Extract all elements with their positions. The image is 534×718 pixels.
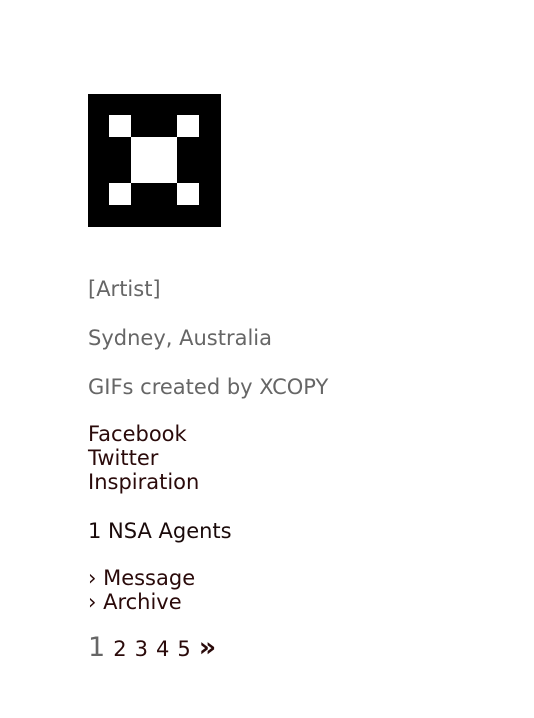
profile-location: Sydney, Australia xyxy=(88,326,272,350)
logo-square-bottom-right xyxy=(177,183,199,205)
twitter-link[interactable]: Twitter xyxy=(88,446,199,470)
inspiration-link[interactable]: Inspiration xyxy=(88,470,199,494)
pagination-page-5[interactable]: 5 xyxy=(177,637,190,661)
logo-icon[interactable] xyxy=(88,94,221,227)
logo-square-top-right xyxy=(177,115,199,137)
pagination-next-button[interactable]: » xyxy=(199,632,216,663)
profile-role: [Artist] xyxy=(88,277,161,301)
pagination-page-3[interactable]: 3 xyxy=(135,637,148,661)
logo-square-center xyxy=(131,137,177,183)
pagination-current-page: 1 xyxy=(88,632,106,663)
agents-count: 1 NSA Agents xyxy=(88,519,232,543)
action-links: › Message › Archive xyxy=(88,566,195,614)
pagination: 1 2 3 4 5 » xyxy=(88,632,216,663)
logo-square-bottom-left xyxy=(109,183,131,205)
social-links: Facebook Twitter Inspiration xyxy=(88,422,199,494)
profile-description: GIFs created by XCOPY xyxy=(88,375,329,399)
facebook-link[interactable]: Facebook xyxy=(88,422,199,446)
pagination-page-2[interactable]: 2 xyxy=(113,637,126,661)
archive-link[interactable]: › Archive xyxy=(88,590,195,614)
pagination-page-4[interactable]: 4 xyxy=(156,637,169,661)
logo-square-top-left xyxy=(109,115,131,137)
message-link[interactable]: › Message xyxy=(88,566,195,590)
profile-sidebar: [Artist] Sydney, Australia GIFs created … xyxy=(88,94,488,663)
